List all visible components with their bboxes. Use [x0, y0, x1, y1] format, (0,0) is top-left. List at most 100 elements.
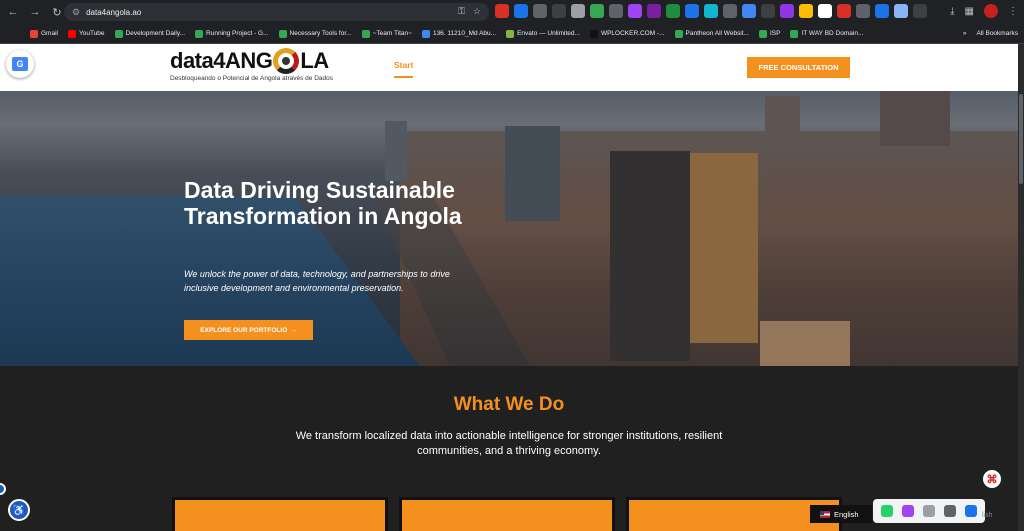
browser-toolbar: ← → ↻ ⚙ data4angola.ao ⚿ ☆ ⤓ ▦ ⋮: [0, 0, 1024, 24]
scroll-thumb[interactable]: [1019, 94, 1023, 184]
extension-icon[interactable]: [533, 4, 547, 18]
extension-icon[interactable]: [780, 4, 794, 18]
service-card[interactable]: [172, 497, 388, 531]
extension-icon[interactable]: [799, 4, 813, 18]
bookmark-item[interactable]: IT WAY BD Domain...: [790, 29, 864, 38]
bookmark-favicon-icon: [67, 29, 76, 38]
bookmark-item[interactable]: Running Project - G...: [195, 29, 269, 38]
nav-start[interactable]: Start: [394, 60, 414, 78]
extension-icon[interactable]: [875, 4, 889, 18]
extension-icon[interactable]: [894, 4, 908, 18]
nav-contact[interactable]: Contact us: [682, 60, 726, 70]
extension-icon[interactable]: [742, 4, 756, 18]
bookmark-favicon-icon: [195, 29, 204, 38]
bookmark-label: 136. 11210_Md Abu...: [432, 30, 497, 37]
hero-title: Data Driving Sustainable Transformation …: [184, 177, 462, 229]
extension-icon[interactable]: [704, 4, 718, 18]
logo-text-main: data4ANG: [170, 48, 273, 73]
app-icon[interactable]: [964, 505, 977, 517]
extension-icon[interactable]: [571, 4, 585, 18]
extensions-row: [495, 4, 927, 18]
us-flag-icon: [820, 510, 830, 518]
profile-avatar[interactable]: [984, 4, 998, 18]
bookmark-favicon-icon: [790, 29, 799, 38]
section-description: We transform localized data into actiona…: [295, 430, 723, 457]
star-icon[interactable]: ☆: [473, 6, 481, 17]
bookmarks-end: » All Bookmarks: [963, 30, 1018, 37]
logo-text-end: LA: [300, 48, 329, 73]
faded-language-text: lish: [982, 512, 993, 519]
bookmark-label: Pantheon All Websit...: [685, 30, 749, 37]
bookmark-item[interactable]: WPLOCKER.COM -...: [589, 29, 665, 38]
extension-icon[interactable]: [647, 4, 661, 18]
bookmark-label: YouTube: [78, 30, 105, 37]
key-icon[interactable]: ⚿: [458, 6, 465, 17]
extension-icon[interactable]: [837, 4, 851, 18]
calculator-icon[interactable]: [943, 505, 956, 517]
nav-projects[interactable]: Projects: [596, 60, 630, 70]
nav-about-us[interactable]: About Us: [430, 60, 468, 70]
bookmark-label: ISP: [769, 30, 781, 37]
translate-button[interactable]: G: [6, 50, 34, 78]
bookmark-item[interactable]: Development Daily...: [114, 29, 186, 38]
extension-icon[interactable]: [856, 4, 870, 18]
section-title: What We Do: [453, 394, 565, 415]
bookmark-item[interactable]: Envato — Unlimited...: [506, 29, 580, 38]
whatsapp-icon[interactable]: [881, 505, 894, 517]
free-consultation-button[interactable]: FREE CONSULTATION: [747, 57, 850, 78]
bookmark-item[interactable]: Necessary Tools for...: [278, 29, 352, 38]
extension-icon[interactable]: [590, 4, 604, 18]
bookmark-item[interactable]: Gmail: [30, 29, 58, 38]
bookmark-label: WPLOCKER.COM -...: [600, 30, 665, 37]
bookmark-item[interactable]: ISP: [758, 29, 781, 38]
main-nav: Start About Us Services and Solutions Pr…: [394, 60, 743, 78]
bookmark-favicon-icon: [674, 29, 683, 38]
extension-icon[interactable]: [666, 4, 680, 18]
extension-icon[interactable]: [609, 4, 623, 18]
address-bar[interactable]: ⚙ data4angola.ao ⚿ ☆: [64, 3, 489, 21]
language-switcher[interactable]: English: [810, 505, 872, 523]
nav-services[interactable]: Services and Solutions: [485, 60, 579, 70]
floating-toolbar: [873, 499, 985, 523]
bookmark-item[interactable]: 136. 11210_Md Abu...: [421, 29, 497, 38]
extension-icon[interactable]: [723, 4, 737, 18]
pdf-icon[interactable]: ⌘: [983, 470, 1001, 488]
page-scrollbar[interactable]: [1018, 44, 1024, 531]
forward-icon[interactable]: →: [26, 3, 44, 21]
logo-tagline: Desbloqueando o Potencial de Angola atra…: [170, 75, 333, 82]
grid-icon[interactable]: ▦: [965, 6, 974, 17]
bookmark-item[interactable]: YouTube: [67, 29, 105, 38]
arrow-right-icon: →: [290, 326, 297, 334]
bookmark-label: Necessary Tools for...: [289, 30, 352, 37]
extension-icon[interactable]: [628, 4, 642, 18]
extension-icon[interactable]: [685, 4, 699, 18]
bookmark-favicon-icon: [589, 29, 598, 38]
extension-icon[interactable]: [552, 4, 566, 18]
bookmark-item[interactable]: ~Team Titan~: [361, 29, 412, 38]
service-card[interactable]: [399, 497, 615, 531]
bookmark-item[interactable]: Pantheon All Websit...: [674, 29, 749, 38]
bookmark-label: IT WAY BD Domain...: [801, 30, 864, 37]
hero-subtitle: We unlock the power of data, technology,…: [184, 269, 450, 293]
explore-portfolio-button[interactable]: EXPLORE OUR PORTFOLIO →: [184, 320, 313, 340]
back-icon[interactable]: ←: [4, 3, 22, 21]
accessibility-icon[interactable]: ♿: [8, 499, 30, 521]
bookmark-label: Running Project - G...: [206, 30, 269, 37]
pen-icon[interactable]: [902, 505, 915, 517]
download-icon[interactable]: ⤓: [950, 6, 954, 17]
menu-icon[interactable]: ⋮: [1008, 6, 1018, 17]
more-bookmarks-icon[interactable]: »: [963, 30, 967, 37]
all-bookmarks-link[interactable]: All Bookmarks: [976, 30, 1018, 37]
site-info-icon[interactable]: ⚙: [72, 7, 80, 18]
extension-icon[interactable]: [761, 4, 775, 18]
bookmark-label: Development Daily...: [125, 30, 186, 37]
extension-icon[interactable]: [514, 4, 528, 18]
logo[interactable]: data4ANG LA Desbloqueando o Potencial de…: [170, 48, 333, 82]
extension-icon[interactable]: [818, 4, 832, 18]
extensions-puzzle-icon[interactable]: [913, 4, 927, 18]
bookmark-label: Envato — Unlimited...: [517, 30, 580, 37]
nav-blog[interactable]: Blog: [646, 60, 665, 70]
extension-icon[interactable]: [495, 4, 509, 18]
hero-section: Data Driving Sustainable Transformation …: [0, 91, 1018, 366]
screen-icon[interactable]: [922, 505, 935, 517]
